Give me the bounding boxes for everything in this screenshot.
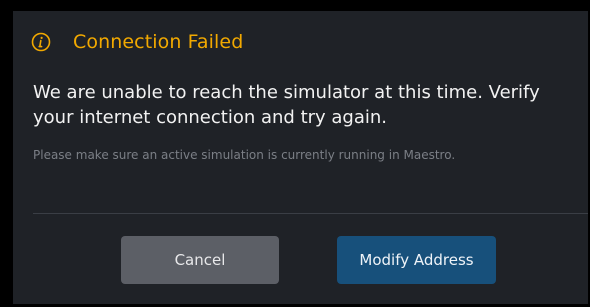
divider <box>33 213 588 214</box>
cancel-button[interactable]: Cancel <box>121 236 279 284</box>
dialog-note: Please make sure an active simulation is… <box>33 148 456 162</box>
connection-failed-dialog: Connection Failed We are unable to reach… <box>13 11 588 304</box>
dialog-message: We are unable to reach the simulator at … <box>33 82 540 128</box>
dialog-header: Connection Failed <box>31 29 243 55</box>
dialog-title: Connection Failed <box>73 31 244 53</box>
modify-address-button[interactable]: Modify Address <box>337 236 496 284</box>
info-icon <box>31 32 51 52</box>
